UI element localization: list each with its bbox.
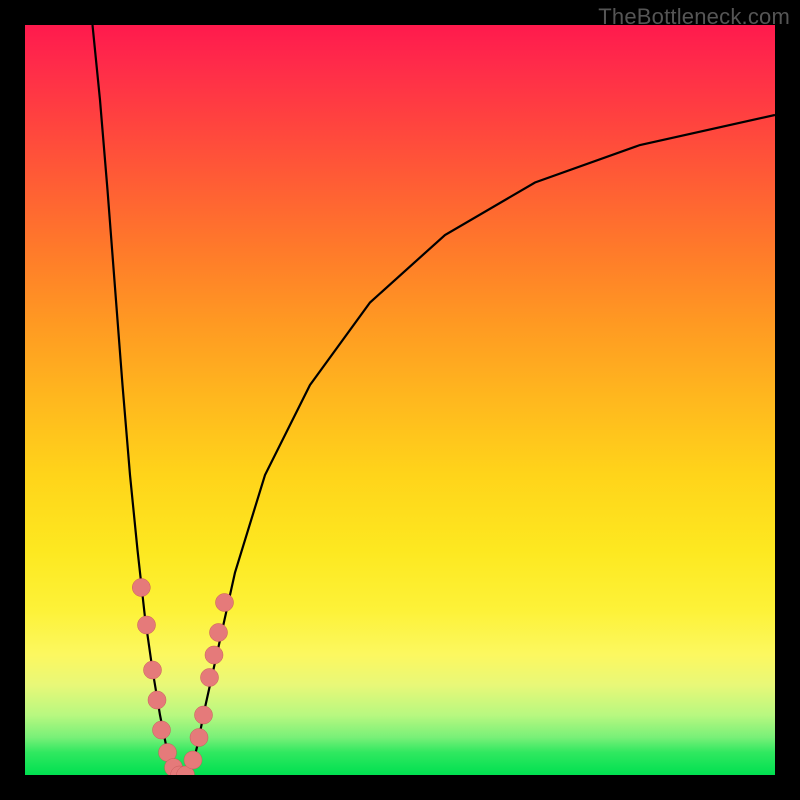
data-marker: [205, 646, 223, 664]
data-marker: [153, 721, 171, 739]
right-bottleneck-curve: [190, 115, 775, 775]
data-marker: [195, 706, 213, 724]
marker-group: [132, 579, 233, 776]
chart-stage: TheBottleneck.com: [0, 0, 800, 800]
data-marker: [132, 579, 150, 597]
data-marker: [190, 729, 208, 747]
data-marker: [216, 594, 234, 612]
data-marker: [184, 751, 202, 769]
data-marker: [144, 661, 162, 679]
curves-layer: [25, 25, 775, 775]
plot-area: [25, 25, 775, 775]
left-bottleneck-curve: [93, 25, 176, 775]
data-marker: [138, 616, 156, 634]
data-marker: [201, 669, 219, 687]
data-marker: [210, 624, 228, 642]
data-marker: [148, 691, 166, 709]
